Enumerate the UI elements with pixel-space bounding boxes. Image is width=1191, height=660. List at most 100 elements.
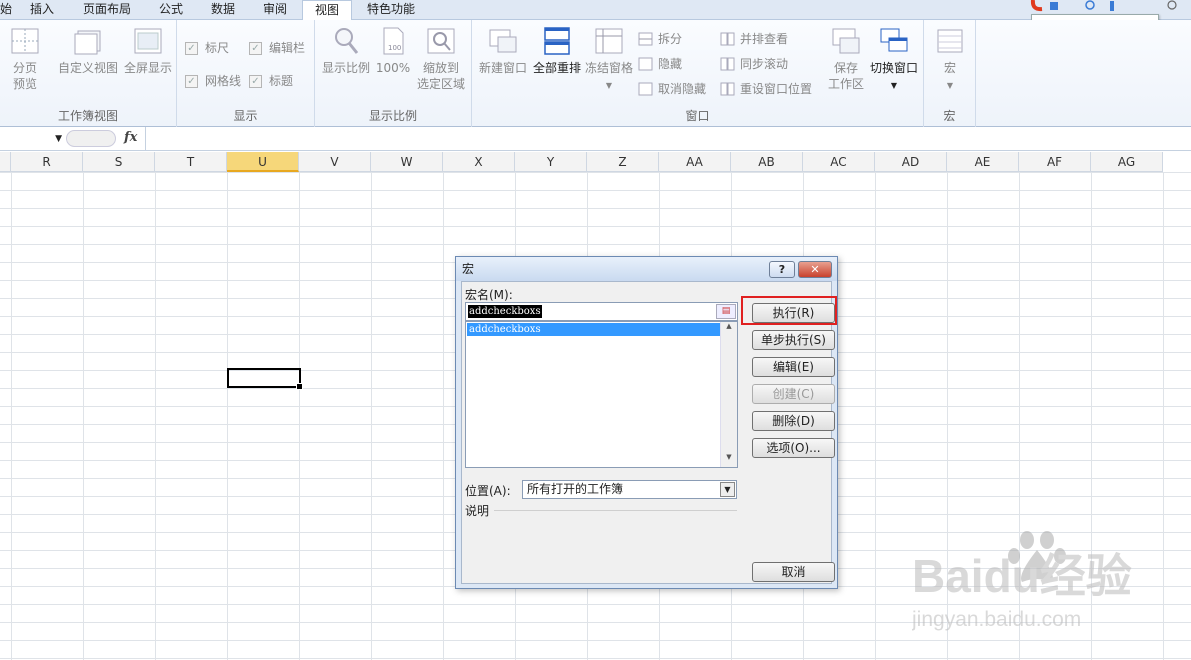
zoom-to-selection-button[interactable]: 缩放到 选定区域: [413, 26, 469, 92]
delete-button[interactable]: 删除(D): [752, 411, 835, 431]
page-break-preview-button[interactable]: 分页 预览: [0, 26, 50, 92]
tab-review[interactable]: 审阅: [254, 0, 296, 20]
svg-text:100: 100: [388, 44, 401, 52]
dropdown-arrow-icon: ▼: [946, 81, 954, 90]
column-header-r[interactable]: R: [11, 152, 83, 172]
check-icon: ✓: [185, 42, 198, 55]
column-header-y[interactable]: Y: [515, 152, 587, 172]
hide-label: 隐藏: [658, 57, 683, 71]
excel-window: 始 插入 页面布局 公式 数据 审阅 视图 特色功能 个性设置，点我看看 分页 …: [0, 0, 1191, 660]
split-button[interactable]: 拆分: [638, 30, 682, 48]
unhide-button[interactable]: 取消隐藏: [638, 80, 706, 98]
dialog-titlebar: 宏 ? ✕: [456, 257, 837, 281]
tab-formulas[interactable]: 公式: [150, 0, 192, 20]
scroll-down-icon[interactable]: ▼: [721, 453, 737, 467]
help-button[interactable]: ?: [769, 261, 795, 278]
list-scrollbar[interactable]: ▲ ▼: [720, 322, 737, 467]
column-header-t[interactable]: T: [155, 152, 227, 172]
group-zoom: 显示比例 100 100% 缩放到 选定区域 显示比例: [315, 20, 472, 127]
page-break-label-2: 预览: [12, 77, 37, 91]
column-header-ab[interactable]: AB: [731, 152, 803, 172]
location-select[interactable]: 所有打开的工作簿 ▼: [522, 480, 737, 499]
macro-name-value: addcheckboxs: [468, 305, 542, 318]
help-icon: ?: [778, 263, 786, 276]
description-divider: [494, 510, 737, 511]
hide-icon: [638, 57, 653, 71]
options-button[interactable]: 选项(O)...: [752, 438, 835, 458]
sync-scroll-button[interactable]: 同步滚动: [720, 55, 788, 73]
side-by-side-button[interactable]: 并排查看: [720, 30, 788, 48]
custom-view-button[interactable]: 自定义视图: [56, 26, 120, 76]
check-icon: ✓: [249, 42, 262, 55]
gridlines-checkbox[interactable]: ✓ 网格线: [185, 72, 241, 90]
ref-edit-icon[interactable]: ▤: [716, 304, 736, 319]
edit-button[interactable]: 编辑(E): [752, 357, 835, 377]
column-header-aa[interactable]: AA: [659, 152, 731, 172]
step-into-button[interactable]: 单步执行(S): [752, 330, 835, 350]
tab-home-partial[interactable]: 始: [0, 0, 14, 20]
page-break-icon: [11, 28, 39, 54]
arrange-all-button[interactable]: 全部重排: [530, 26, 584, 76]
sync-scroll-icon: [720, 57, 735, 71]
switch-windows-button[interactable]: 切换窗口 ▼: [868, 26, 920, 94]
check-icon: ✓: [185, 75, 198, 88]
insert-function-button[interactable]: fx: [124, 130, 137, 145]
side-by-side-icon: [720, 32, 735, 46]
group-label-show: 显示: [233, 109, 258, 123]
column-header-v[interactable]: V: [299, 152, 371, 172]
full-screen-icon: [134, 28, 162, 54]
gridlines-label: 网格线: [205, 74, 242, 88]
scroll-up-icon[interactable]: ▲: [721, 322, 737, 336]
active-cell[interactable]: [227, 368, 303, 390]
dialog-title: 宏: [462, 262, 475, 276]
macro-name-label: 宏名(M):: [465, 288, 513, 302]
formula-input[interactable]: [145, 127, 1191, 150]
column-header-ae[interactable]: AE: [947, 152, 1019, 172]
column-header-af[interactable]: AF: [1019, 152, 1091, 172]
tab-page-layout[interactable]: 页面布局: [74, 0, 140, 20]
headings-checkbox[interactable]: ✓ 标题: [249, 72, 293, 90]
split-label: 拆分: [658, 32, 683, 46]
zoom-button[interactable]: 显示比例: [319, 26, 373, 76]
close-button[interactable]: ✕: [798, 261, 832, 278]
column-header-ag[interactable]: AG: [1091, 152, 1163, 172]
formula-bar-checkbox[interactable]: ✓ 编辑栏: [249, 39, 305, 57]
formula-bar-label: 编辑栏: [269, 41, 306, 55]
freeze-panes-icon: [595, 28, 623, 54]
macro-name-input[interactable]: addcheckboxs ▤: [465, 302, 738, 321]
save-workspace-button[interactable]: 保存 工作区: [822, 26, 870, 92]
column-header-u[interactable]: U: [227, 152, 299, 172]
hide-button[interactable]: 隐藏: [638, 55, 682, 73]
freeze-panes-button[interactable]: 冻结窗格 ▼: [584, 26, 634, 94]
arrange-all-label: 全部重排: [532, 61, 581, 75]
reset-position-button[interactable]: 重设窗口位置: [720, 80, 812, 98]
ruler-checkbox[interactable]: ✓ 标尺: [185, 39, 229, 57]
macros-button[interactable]: 宏 ▼: [930, 26, 970, 94]
unhide-icon: [638, 82, 653, 96]
column-header-z[interactable]: Z: [587, 152, 659, 172]
column-header-ad[interactable]: AD: [875, 152, 947, 172]
list-item[interactable]: addcheckboxs: [467, 323, 720, 336]
chevron-down-icon[interactable]: ▼: [720, 482, 735, 497]
magnifier-icon: [335, 28, 359, 54]
new-window-button[interactable]: 新建窗口: [476, 26, 530, 76]
formula-cancel-button[interactable]: [66, 130, 116, 147]
column-header-w[interactable]: W: [371, 152, 443, 172]
ruler-label: 标尺: [205, 41, 230, 55]
tab-special[interactable]: 特色功能: [360, 0, 422, 20]
create-button: 创建(C): [752, 384, 835, 404]
column-header-ac[interactable]: AC: [803, 152, 875, 172]
tab-insert[interactable]: 插入: [20, 0, 64, 20]
column-header-x[interactable]: X: [443, 152, 515, 172]
zoom-100-button[interactable]: 100 100%: [373, 26, 413, 76]
cancel-button[interactable]: 取消: [752, 562, 835, 582]
highlight-box: [741, 296, 837, 325]
save-workspace-label-2: 工作区: [827, 77, 864, 91]
split-icon: [638, 32, 653, 46]
full-screen-button[interactable]: 全屏显示: [120, 26, 176, 76]
column-header-s[interactable]: S: [83, 152, 155, 172]
macro-list[interactable]: addcheckboxs ▲ ▼: [465, 321, 738, 468]
name-box[interactable]: ▼: [0, 130, 62, 148]
tab-data[interactable]: 数据: [202, 0, 244, 20]
tab-view[interactable]: 视图: [302, 0, 352, 21]
